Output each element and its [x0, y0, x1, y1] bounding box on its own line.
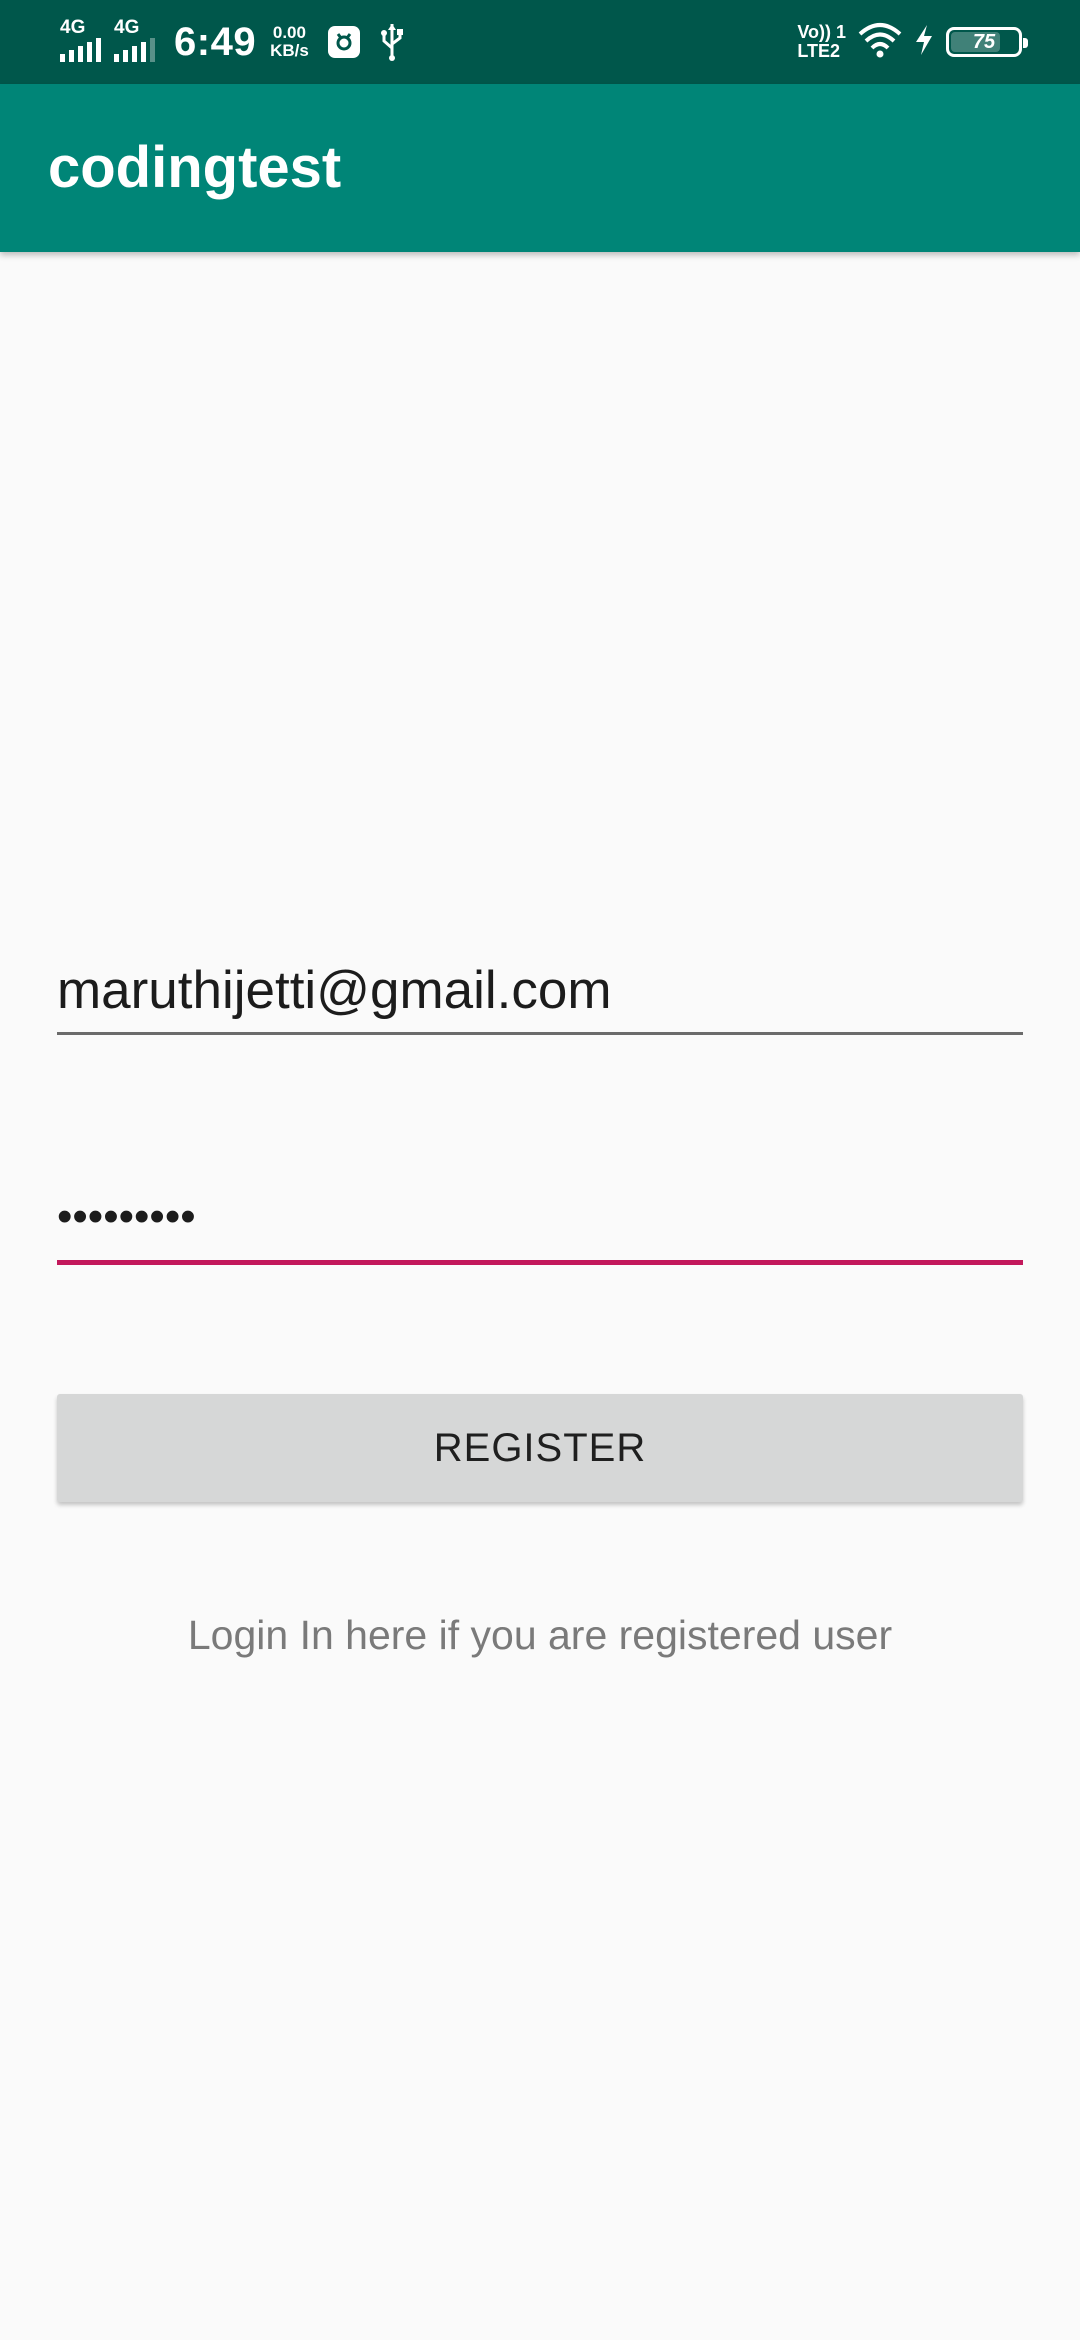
email-field[interactable]: [57, 950, 1023, 1035]
data-speed-unit: KB/s: [270, 41, 309, 60]
email-input[interactable]: [57, 950, 1023, 1030]
volte-indicator: Vo)) 1 LTE2: [797, 23, 846, 61]
sim1-network-label: 4G: [60, 17, 86, 38]
app-title: codingtest: [48, 135, 342, 200]
app-bar: codingtest: [0, 84, 1080, 252]
sim2-network-label: 4G: [114, 17, 140, 38]
login-link[interactable]: Login In here if you are registered user: [0, 1612, 1080, 1659]
status-right: Vo)) 1 LTE2 75: [797, 0, 1028, 84]
sim1-signal-icon: 4G: [58, 12, 108, 72]
wifi-icon: [858, 22, 902, 63]
sim2-signal-icon: 4G: [112, 12, 162, 72]
battery-icon: 75: [946, 27, 1028, 57]
volte-line2: LTE2: [797, 41, 840, 61]
data-speed: 0.00 KB/s: [270, 24, 309, 60]
battery-level: 75: [972, 30, 996, 53]
usb-debug-icon: [327, 25, 361, 59]
status-left: 4G 4G 6:49 0.00 KB/s: [58, 0, 405, 84]
password-field[interactable]: •••••••••: [57, 1175, 1023, 1265]
charging-bolt-icon: [914, 24, 934, 61]
register-button[interactable]: REGISTER: [57, 1394, 1023, 1502]
usb-icon: [379, 22, 405, 62]
status-bar: 4G 4G 6:49 0.00 KB/s Vo)) 1 LTE2 75: [0, 0, 1080, 84]
password-input[interactable]: •••••••••: [57, 1195, 196, 1239]
volte-line1: Vo)) 1: [797, 22, 846, 42]
clock: 6:49: [174, 19, 257, 64]
data-speed-value: 0.00: [272, 23, 306, 42]
